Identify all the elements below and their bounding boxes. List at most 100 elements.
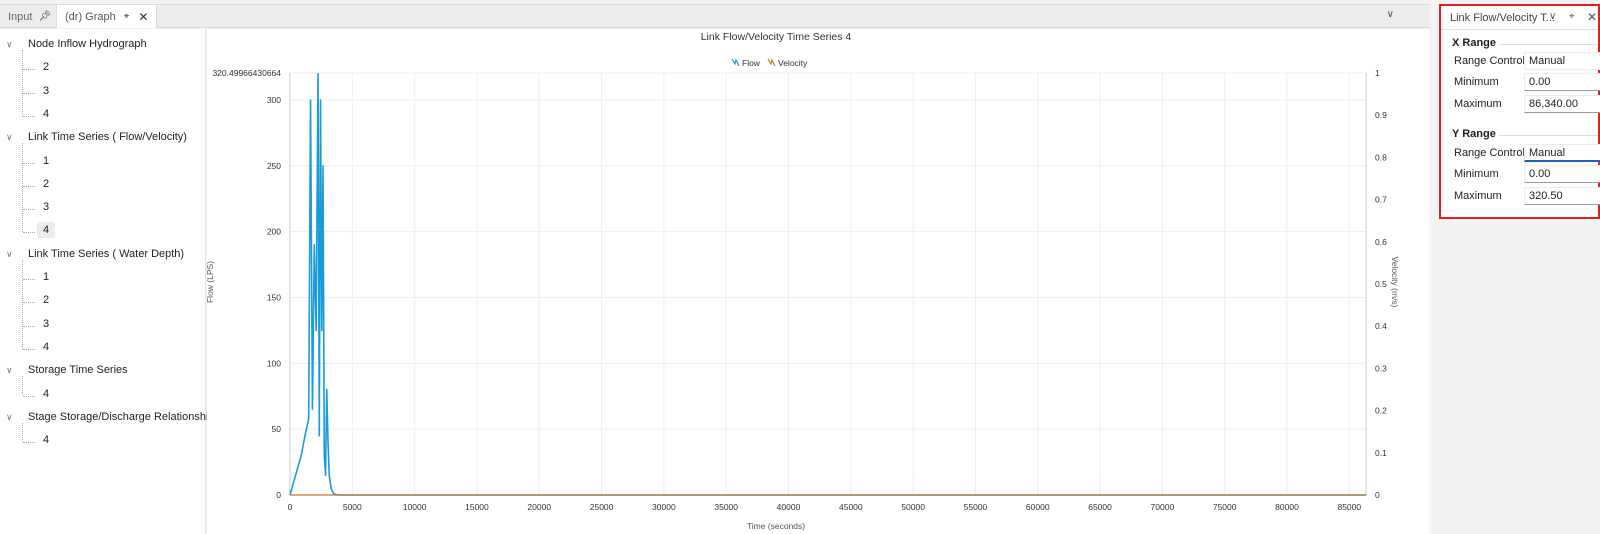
tree-group[interactable]: ∨ Link Time Series ( Flow/Velocity)	[6, 131, 187, 143]
x-maximum-input[interactable]: 86,340.00	[1524, 95, 1600, 113]
y-maximum-input[interactable]: 320.50	[1524, 187, 1600, 205]
x-range-heading: X Range	[1452, 37, 1497, 49]
chevron-down-icon[interactable]: ∨	[1549, 11, 1556, 22]
x-tick-label: 25000	[590, 502, 614, 512]
tree-group[interactable]: ∨ Stage Storage/Discharge Relationship	[6, 410, 215, 423]
x-range-control-label: Range Control	[1454, 55, 1525, 67]
tree-group-label: Stage Storage/Discharge Relationship	[28, 410, 215, 423]
pin-outline-icon[interactable]: ⌖	[1569, 11, 1575, 22]
x-minimum-input[interactable]: 0.00	[1524, 73, 1600, 91]
y2-tick-label: 0.7	[1375, 195, 1387, 205]
tree-item[interactable]: 2	[37, 292, 55, 308]
legend-label-flow: Flow	[742, 58, 761, 68]
y-axis-label: Flow (LPS)	[207, 261, 215, 303]
x-tick-label: 45000	[839, 502, 863, 512]
x-range-control-select[interactable]: Manual	[1524, 52, 1600, 70]
tree-item[interactable]: 1	[37, 153, 55, 169]
tree-item[interactable]: 2	[37, 176, 55, 192]
panel-header: Link Flow/Velocity T... ∨ ⌖ ✕	[1441, 6, 1598, 30]
x-axis-label: Time (seconds)	[747, 521, 805, 531]
tree-group[interactable]: ∨ Storage Time Series	[6, 364, 128, 377]
tab-input[interactable]: Input 📌︎	[0, 5, 59, 28]
document-tab-bar: Input 📌︎ (dr) Graph ⌖ ✕ ∨	[0, 4, 1430, 28]
y2-tick-label: 0.8	[1375, 152, 1387, 162]
y2-tick-label: 0.2	[1375, 406, 1387, 416]
tree-guide-line	[23, 279, 35, 280]
y2-tick-label: 0.4	[1375, 321, 1387, 331]
tree-guide-line	[22, 376, 23, 396]
panel-title: Link Flow/Velocity T...	[1450, 12, 1555, 24]
expand-chevron-icon[interactable]: ∨	[6, 365, 13, 376]
y2-tick-label: 0.1	[1375, 448, 1387, 458]
tree-item[interactable]: 3	[37, 83, 55, 99]
legend-label-velocity: Velocity	[778, 58, 808, 68]
legend-swatch-velocity	[767, 58, 776, 67]
tree-item[interactable]: 3	[37, 199, 55, 215]
app-window: Input 📌︎ (dr) Graph ⌖ ✕ ∨ ∨ Node Inflow H…	[0, 0, 1600, 534]
tree-item[interactable]: 1	[37, 269, 55, 285]
x-tick-label: 20000	[527, 502, 551, 512]
tree-item[interactable]: 4	[37, 222, 56, 239]
x-tick-label: 55000	[964, 502, 988, 512]
close-icon[interactable]: ✕	[138, 10, 148, 24]
pin-icon[interactable]: 📌︎	[38, 11, 51, 22]
x-tick-label: 5000	[343, 502, 362, 512]
tree-item[interactable]: 2	[37, 59, 55, 75]
tree-item[interactable]: 3	[37, 316, 55, 332]
y2-tick-label: 0.5	[1375, 279, 1387, 289]
tab-graph[interactable]: (dr) Graph ⌖ ✕	[56, 5, 158, 28]
chart-title: Link Flow/Velocity Time Series 4	[701, 31, 852, 43]
tree-group[interactable]: ∨ Node Inflow Hydrograph	[6, 38, 147, 50]
y-range-control-select[interactable]: Manual	[1524, 144, 1600, 162]
tree-item[interactable]: 4	[37, 339, 55, 355]
expand-chevron-icon[interactable]: ∨	[6, 39, 13, 50]
x-tick-label: 75000	[1213, 502, 1237, 512]
y2-tick-label: 0.3	[1375, 363, 1387, 373]
tree-guide-line	[22, 422, 23, 443]
tree-item[interactable]: 4	[37, 106, 55, 122]
y-minimum-input[interactable]: 0.00	[1524, 165, 1600, 183]
y2-tick-label: 0.6	[1375, 237, 1387, 247]
section-divider	[1499, 44, 1598, 45]
tree-group-label: Storage Time Series	[28, 364, 128, 377]
y2-tick-label: 1	[1375, 68, 1380, 78]
tree-item[interactable]: 4	[37, 386, 55, 402]
tree-guide-line	[23, 302, 35, 304]
x-tick-label: 40000	[777, 502, 801, 512]
tree-guide-line	[22, 143, 23, 233]
y-max-label: 320.49966430664	[212, 68, 281, 78]
y-minimum-label: Minimum	[1454, 168, 1499, 180]
tree-guide-line	[23, 185, 35, 187]
tree-item[interactable]: 4	[37, 432, 55, 448]
x-tick-label: 50000	[901, 502, 925, 512]
close-icon[interactable]: ✕	[1587, 10, 1597, 24]
tree-group[interactable]: ∨ Link Time Series ( Water Depth)	[6, 248, 184, 260]
x-tick-label: 65000	[1088, 502, 1112, 512]
y-tick-label: 250	[267, 161, 281, 171]
x-tick-label: 80000	[1275, 502, 1299, 512]
x-tick-label: 0	[288, 502, 293, 512]
tree-guide-line	[23, 69, 35, 71]
y2-axis-label: Velocity (m/s)	[1390, 256, 1400, 307]
tree-guide-line	[23, 442, 35, 444]
tree-guide-line	[23, 209, 35, 211]
tree-guide-line	[23, 115, 35, 117]
section-divider	[1499, 135, 1598, 136]
chevron-down-icon[interactable]: ∨	[1387, 9, 1394, 20]
legend-swatch-flow	[731, 58, 740, 67]
expand-chevron-icon[interactable]: ∨	[6, 249, 13, 260]
pin-outline-icon[interactable]: ⌖	[124, 11, 130, 22]
x-tick-label: 85000	[1337, 502, 1361, 512]
result-tree: ∨ Node Inflow Hydrograph 2 3 4 ∨ Link Time Ser…	[0, 29, 215, 534]
y-range-control-label: Range Control	[1454, 147, 1525, 159]
tree-guide-line	[23, 92, 35, 94]
expand-chevron-icon[interactable]: ∨	[6, 132, 13, 143]
y-tick-label: 50	[272, 424, 282, 434]
x-tick-label: 70000	[1151, 502, 1175, 512]
expand-chevron-icon[interactable]: ∨	[6, 412, 13, 423]
y-maximum-label: Maximum	[1454, 190, 1502, 202]
y-tick-label: 0	[276, 490, 281, 500]
tree-group-label: Node Inflow Hydrograph	[28, 38, 147, 50]
tree-guide-line	[23, 395, 35, 397]
x-tick-label: 10000	[403, 502, 427, 512]
